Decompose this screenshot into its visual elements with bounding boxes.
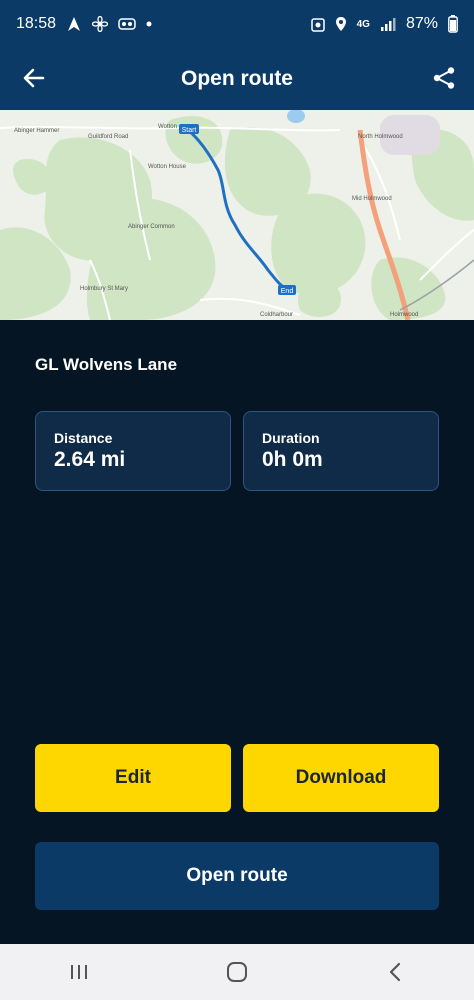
system-nav-bar [0,944,474,1000]
location-icon [335,16,347,32]
edit-button[interactable]: Edit [35,744,231,812]
distance-label: Distance [54,430,113,446]
duration-label: Duration [262,430,320,446]
dot-icon [146,21,152,27]
recent-apps-icon [71,965,87,979]
open-route-button[interactable]: Open route [35,842,439,910]
duration-card: Duration 0h 0m [243,411,439,491]
svg-text:End: End [281,288,294,295]
battery-icon [448,15,458,33]
page-title: Open route [180,67,293,90]
map-canvas: Start End Wotton Abinger Hammer Guildfor… [0,110,474,320]
map-label-holmwood: Holmwood [390,312,418,318]
recent-apps-button[interactable] [49,952,109,992]
back-nav-button[interactable] [365,952,425,992]
app-bar: Open route [0,48,474,110]
share-button[interactable] [428,62,460,94]
chevron-left-icon [389,962,401,982]
distance-card: Distance 2.64 mi [35,411,231,491]
signal-icon [380,17,396,31]
map-label-holmbury: Holmbury St Mary [80,286,128,292]
route-name: GL Wolvens Lane [35,355,178,374]
mask-icon [118,16,136,32]
map-label-wotton: Wotton [158,124,177,130]
start-marker[interactable]: Start [179,124,199,134]
end-marker[interactable]: End [278,285,296,295]
navigation-icon [66,16,82,32]
status-time: 18:58 [16,15,57,32]
map-label-abinger-common: Abinger Common [128,224,175,230]
back-button[interactable] [18,62,50,94]
home-icon [227,962,247,982]
download-button[interactable]: Download [243,744,439,812]
map-label-mid-holmwood: Mid Holmwood [352,196,392,202]
map-label-coldharbour: Coldharbour [260,312,293,318]
network-type: 4G [356,18,370,30]
status-bar: 18:58 4G 87% [0,0,474,48]
battery-percent: 87% [405,15,438,32]
distance-value: 2.64 mi [54,448,126,471]
home-button[interactable] [207,952,267,992]
fan-icon [92,16,109,32]
share-icon [433,67,455,89]
camera-lock-icon [310,16,325,32]
status-right: 4G 87% [310,15,458,33]
route-map[interactable]: Start End Wotton Abinger Hammer Guildfor… [0,110,474,320]
map-label-north-holmwood: North Holmwood [358,134,403,140]
status-left: 18:58 [16,15,152,33]
map-label-guildford-road: Guildford Road [88,134,128,140]
svg-text:Start: Start [182,127,197,134]
arrow-left-icon [23,68,45,88]
map-label-abinger-hammer: Abinger Hammer [14,128,59,134]
duration-value: 0h 0m [262,448,323,471]
map-label-wotton-house: Wotton House [148,164,187,170]
